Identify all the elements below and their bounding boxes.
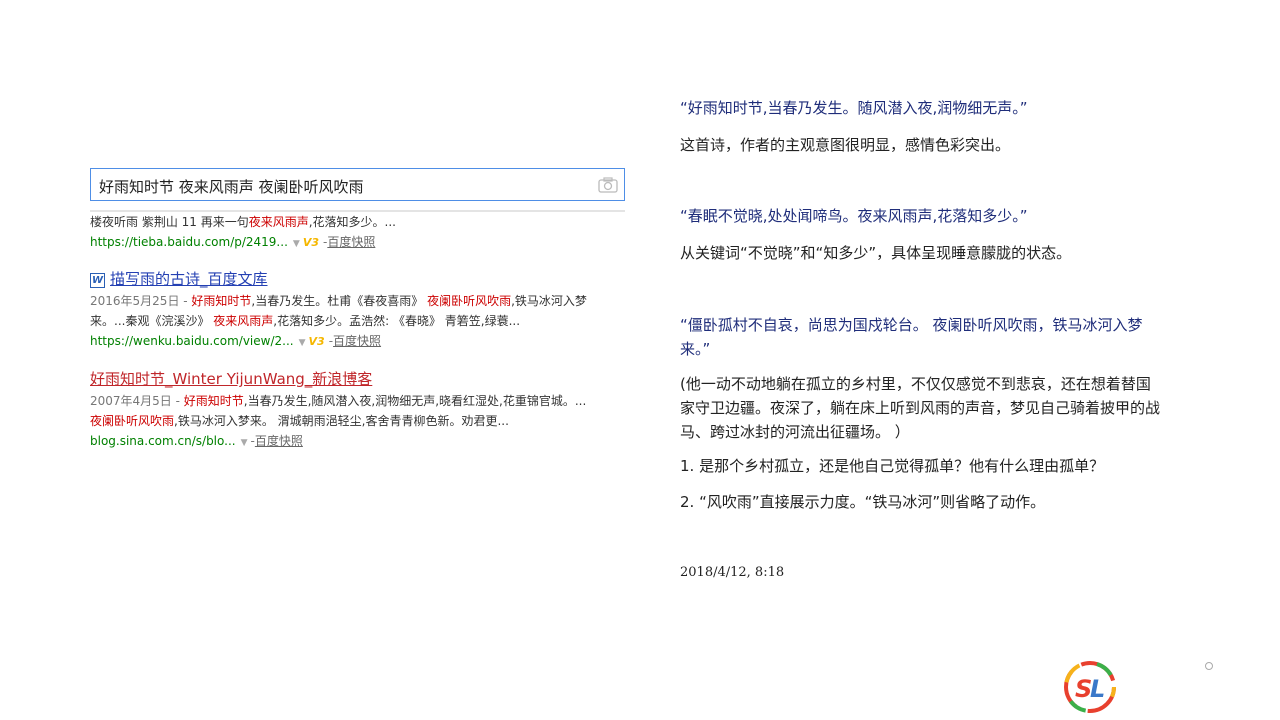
snippet-highlight: 好雨知时节 [183,394,244,408]
result-url-line: https://wenku.baidu.com/view/2... ▼ V3 -百度快… [90,331,630,353]
result-title[interactable]: 描写雨的古诗_百度文库 [110,270,268,288]
result-date: 2007年4月5日 - [90,394,184,408]
cache-link[interactable]: 百度快照 [255,434,303,448]
snippet-highlight: 夜阑卧听风吹雨 [427,294,512,308]
result-snippet: 2007年4月5日 - 好雨知时节,当春乃发生,随风潜入夜,润物细无声,晓看红湿… [90,391,630,411]
snippet-text: ,花落知多少。孟浩然: 《春晓》 青箬笠,绿蓑... [273,314,521,328]
result-url[interactable]: blog.sina.com.cn/s/blo... [90,434,236,448]
snippet-text: 来。...秦观《浣溪沙》 [90,314,214,328]
snippet-text: ,铁马冰河入梦 [511,294,587,308]
search-result-2: W 描写雨的古诗_百度文库 2016年5月25日 - 好雨知时节,当春乃发生。杜甫… [90,268,630,353]
snippet-highlight: 夜来风雨声 [248,215,309,229]
search-result-1: 楼夜听雨 紫荆山 11 再来一句夜来风雨声,花落知多少。... https://… [90,212,630,254]
result-url-line: blog.sina.com.cn/s/blo... ▼ -百度快照 [90,431,630,453]
circle-icon [1205,662,1213,670]
result-url[interactable]: https://tieba.baidu.com/p/2419... [90,235,288,249]
result-title[interactable]: 好雨知时节_Winter YijunWang_新浪博客 [90,370,372,388]
snippet-highlight: 好雨知时节 [191,294,252,308]
sl-logo: S L [1064,661,1116,713]
search-box[interactable]: 好雨知时节 夜来风雨声 夜阑卧听风吹雨 [90,168,625,201]
snippet-text: ,铁马冰河入梦来。 渭城朝雨浥轻尘,客舍青青柳色新。劝君更... [174,414,509,428]
v3-badge-icon: V3 [302,236,319,249]
result-url[interactable]: https://wenku.baidu.com/view/2... [90,334,294,348]
point-1: 1. 是那个乡村孤立，还是他自己觉得孤单？他有什么理由孤单？ [680,457,1105,475]
camera-icon[interactable] [598,177,618,193]
result-date: 2016年5月25日 - [90,294,192,308]
result-title-row: 好雨知时节_Winter YijunWang_新浪博客 [90,368,630,391]
snippet-text: ,花落知多少。... [308,215,396,229]
result-snippet: 夜阑卧听风吹雨,铁马冰河入梦来。 渭城朝雨浥轻尘,客舍青青柳色新。劝君更... [90,411,630,431]
dropdown-arrow-icon[interactable]: ▼ [241,438,248,448]
v3-badge-icon: V3 [308,335,325,348]
result-snippet: 来。...秦观《浣溪沙》 夜来风雨声,花落知多少。孟浩然: 《春晓》 青箬笠,绿… [90,311,630,331]
poem-quote-1: “好雨知时节,当春乃发生。随风潜入夜,润物细无声。” [680,99,1028,117]
snippet-highlight: 夜来风雨声 [213,314,274,328]
translation-paragraph: (他一动不动地躺在孤立的乡村里，不仅仅感觉不到悲哀，还在想着替国家守卫边疆。夜深… [680,375,1161,441]
dropdown-arrow-icon[interactable]: ▼ [299,338,306,348]
result-url-line: https://tieba.baidu.com/p/2419... ▼ V3 -百度快… [90,232,630,254]
dropdown-arrow-icon[interactable]: ▼ [293,239,300,249]
comment-1: 这首诗，作者的主观意图很明显，感情色彩突出。 [680,136,1011,154]
timestamp: 2018/4/12, 8:18 [680,565,785,580]
cache-link[interactable]: 百度快照 [327,235,375,249]
svg-text:L: L [1090,675,1105,703]
cache-link[interactable]: 百度快照 [333,334,381,348]
snippet-text: 楼夜听雨 紫荆山 11 再来一句 [90,215,249,229]
comment-2: 从关键词“不觉晓”和“知多少”，具体呈现睡意朦胧的状态。 [680,244,1072,262]
snippet-text: ,当春乃发生。杜甫《春夜喜雨》 [251,294,428,308]
result-snippet: 2016年5月25日 - 好雨知时节,当春乃发生。杜甫《春夜喜雨》 夜阑卧听风吹… [90,291,630,311]
snippet-highlight: 夜阑卧听风吹雨 [90,414,175,428]
result-snippet: 楼夜听雨 紫荆山 11 再来一句夜来风雨声,花落知多少。... [90,212,630,232]
result-title-row: W 描写雨的古诗_百度文库 [90,268,630,291]
poem-quote-3: “僵卧孤村不自哀，尚思为国戍轮台。 夜阑卧听风吹雨，铁马冰河入梦来。” [680,316,1143,358]
word-doc-icon: W [90,273,105,288]
point-2: 2. “风吹雨”直接展示力度。“铁马冰河”则省略了动作。 [680,493,1046,511]
search-result-3: 好雨知时节_Winter YijunWang_新浪博客 2007年4月5日 - … [90,368,630,453]
search-query[interactable]: 好雨知时节 夜来风雨声 夜阑卧听风吹雨 [99,176,364,197]
snippet-text: ,当春乃发生,随风潜入夜,润物细无声,晓看红湿处,花重锦官城。... [243,394,587,408]
poem-quote-2: “春眠不觉晓,处处闻啼鸟。夜来风雨声,花落知多少。” [680,207,1028,225]
